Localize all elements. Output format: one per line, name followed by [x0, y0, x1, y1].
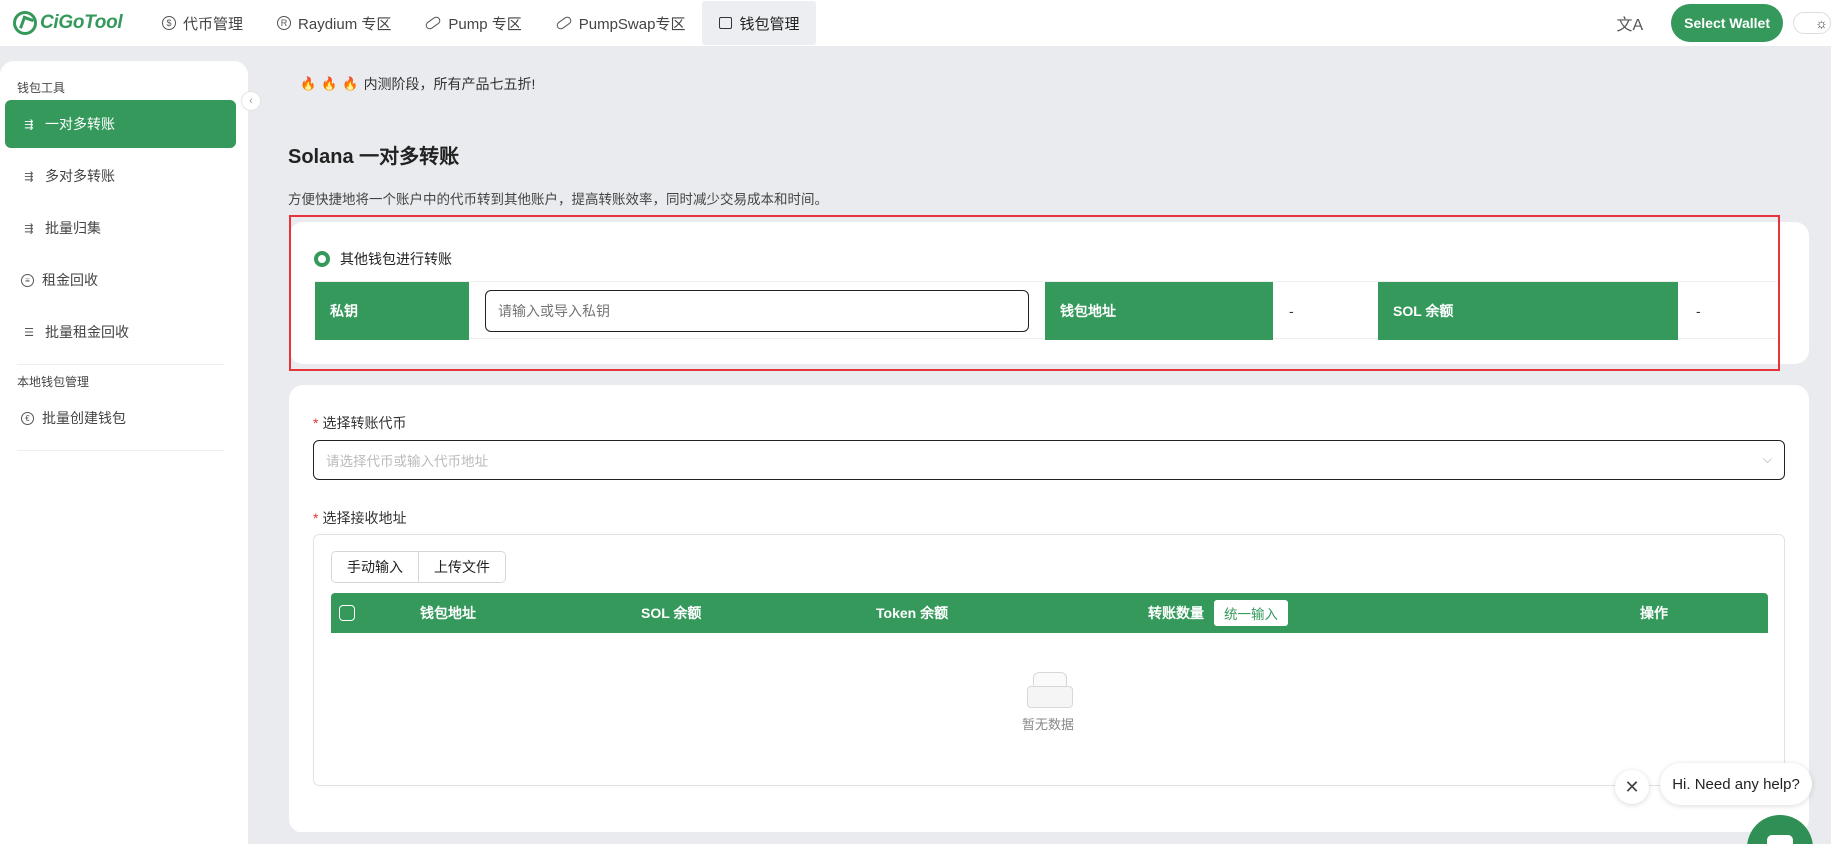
column-header-sol-balance: SOL 余额	[641, 605, 702, 621]
sidebar-item-label: 批量租金回收	[45, 324, 129, 340]
unify-input-button[interactable]: 统一输入	[1214, 600, 1288, 626]
sidebar-item-batch-collect[interactable]: ⇶ 批量归集	[5, 204, 236, 252]
required-mark: *	[313, 510, 319, 526]
sidebar-item-label: 一对多转账	[45, 116, 115, 132]
fire-icon: 🔥	[342, 76, 359, 91]
column-header-transfer-amount: 转账数量 统一输入	[1148, 593, 1288, 633]
empty-text: 暂无数据	[1021, 717, 1074, 732]
receive-field-label: * 选择接收地址	[313, 508, 406, 528]
token-select[interactable]: 请选择代币或输入代币地址 ⌵	[313, 440, 1785, 480]
help-bubble[interactable]: Hi. Need any help?	[1660, 763, 1812, 805]
select-all-cell	[339, 593, 355, 633]
radio-label: 其他钱包进行转账	[340, 251, 452, 267]
raydium-logo-icon: R	[277, 16, 292, 30]
column-label: 转账数量	[1148, 605, 1204, 621]
nav-wallet-management[interactable]: 钱包管理	[702, 1, 817, 45]
nav-pump[interactable]: Pump 专区	[408, 1, 538, 45]
fire-icon: 🔥	[321, 76, 338, 91]
sol-balance-label: SOL 余额	[1378, 282, 1678, 340]
top-navbar: CiGoTool $ 代币管理 R Raydium 专区 Pump 专区 Pum…	[0, 0, 1831, 46]
token-select-placeholder: 请选择代币或输入代币地址	[326, 454, 488, 469]
sidebar-collapse-button[interactable]: ‹	[241, 91, 261, 111]
divider	[17, 450, 224, 451]
nav-label: 钱包管理	[739, 15, 800, 33]
empty-state: 暂无数据	[1018, 672, 1082, 733]
logo-text: CiGoTool	[40, 12, 123, 33]
sender-radio-option[interactable]: 其他钱包进行转账	[314, 249, 452, 269]
sidebar-item-batch-rent-recovery[interactable]: ☰ 批量租金回收	[5, 308, 236, 356]
private-key-label: 私钥	[315, 282, 469, 340]
private-key-input[interactable]	[485, 290, 1029, 332]
header-actions: 文A Select Wallet ☼	[1616, 0, 1831, 46]
page-description: 方便快捷地将一个账户中的代币转到其他账户，提高转账效率，同时减少交易成本和时间。	[288, 192, 828, 207]
cigotool-logo-icon	[13, 11, 37, 35]
required-mark: *	[313, 415, 319, 431]
page-bottom	[250, 832, 1831, 844]
fire-icon: 🔥	[300, 76, 317, 91]
dollar-coin-icon: $	[162, 16, 176, 30]
wallet-address-value: -	[1289, 303, 1294, 319]
column-header-token-balance: Token 余额	[876, 605, 949, 621]
coin-icon: ≡	[21, 273, 34, 287]
pill-icon	[554, 15, 573, 31]
close-icon[interactable]: ✕	[1615, 770, 1649, 804]
sidebar-item-many-to-many[interactable]: ⇶ 多对多转账	[5, 152, 236, 200]
sun-icon: ☼	[1815, 15, 1828, 31]
receive-address-box	[313, 534, 1785, 786]
sidebar-section-title: 钱包工具	[17, 81, 66, 95]
translate-icon[interactable]: 文A	[1616, 11, 1643, 35]
page-title: Solana 一对多转账	[288, 146, 460, 168]
column-header-wallet-address: 钱包地址	[420, 605, 476, 621]
batch-coin-icon: ☰	[24, 326, 34, 339]
sidebar-item-label: 批量归集	[45, 220, 101, 236]
sidebar-item-label: 租金回收	[42, 272, 98, 288]
pill-icon	[424, 15, 443, 31]
select-all-checkbox[interactable]	[339, 605, 355, 621]
radio-selected[interactable]	[314, 251, 330, 267]
transfer-icon: ⇶	[24, 118, 34, 131]
main-nav: $ 代币管理 R Raydium 专区 Pump 专区 PumpSwap专区 钱…	[145, 0, 817, 46]
chevron-down-icon: ⌵	[1762, 452, 1772, 466]
token-field-label: * 选择转账代币	[313, 413, 406, 433]
nav-label: Raydium 专区	[298, 15, 392, 33]
tab-manual-input[interactable]: 手动输入	[332, 552, 418, 582]
sidebar-section-title: 本地钱包管理	[17, 375, 90, 389]
euro-coin-icon: €	[21, 411, 34, 425]
promo-notice: 🔥 🔥 🔥 内测阶段，所有产品七五折!	[300, 74, 535, 94]
nav-label: Pump 专区	[448, 15, 522, 33]
sidebar-item-label: 批量创建钱包	[42, 410, 126, 426]
transfer-icon: ⇶	[24, 170, 34, 183]
input-mode-tabs: 手动输入 上传文件	[331, 551, 506, 583]
theme-toggle[interactable]: ☼	[1793, 12, 1831, 34]
label-text: 选择接收地址	[322, 510, 407, 526]
nav-token-management[interactable]: $ 代币管理	[145, 1, 260, 45]
divider	[17, 364, 224, 365]
wallet-address-label: 钱包地址	[1045, 282, 1273, 340]
sidebar-item-one-to-many[interactable]: ⇶ 一对多转账	[5, 100, 236, 148]
sidebar-item-label: 多对多转账	[45, 168, 115, 184]
wallet-icon	[719, 17, 733, 29]
nav-label: 代币管理	[183, 15, 244, 33]
receive-table-header: 钱包地址 SOL 余额 Token 余额 转账数量 统一输入 操作	[331, 593, 1768, 633]
sidebar: 钱包工具 ⇶ 一对多转账 ⇶ 多对多转账 ⇶ 批量归集 ≡ 租金回收 ☰ 批量租…	[0, 61, 248, 844]
column-header-actions: 操作	[1640, 605, 1668, 621]
transfer-icon: ⇶	[24, 222, 34, 235]
select-wallet-button[interactable]: Select Wallet	[1671, 4, 1783, 42]
notice-text: 内测阶段，所有产品七五折!	[363, 76, 536, 92]
nav-label: PumpSwap专区	[578, 15, 686, 33]
tab-upload-file[interactable]: 上传文件	[418, 552, 505, 582]
empty-inbox-icon	[1027, 672, 1073, 708]
sender-wallet-table: 私钥 钱包地址 - SOL 余额 -	[315, 281, 1777, 340]
nav-pumpswap[interactable]: PumpSwap专区	[539, 1, 703, 45]
sidebar-item-batch-create-wallet[interactable]: € 批量创建钱包	[5, 394, 236, 442]
logo[interactable]: CiGoTool	[13, 11, 135, 35]
sidebar-item-rent-recovery[interactable]: ≡ 租金回收	[5, 256, 236, 304]
sol-balance-value: -	[1696, 303, 1701, 319]
nav-raydium[interactable]: R Raydium 专区	[260, 1, 408, 45]
label-text: 选择转账代币	[322, 415, 407, 431]
private-key-cell	[469, 282, 1045, 340]
